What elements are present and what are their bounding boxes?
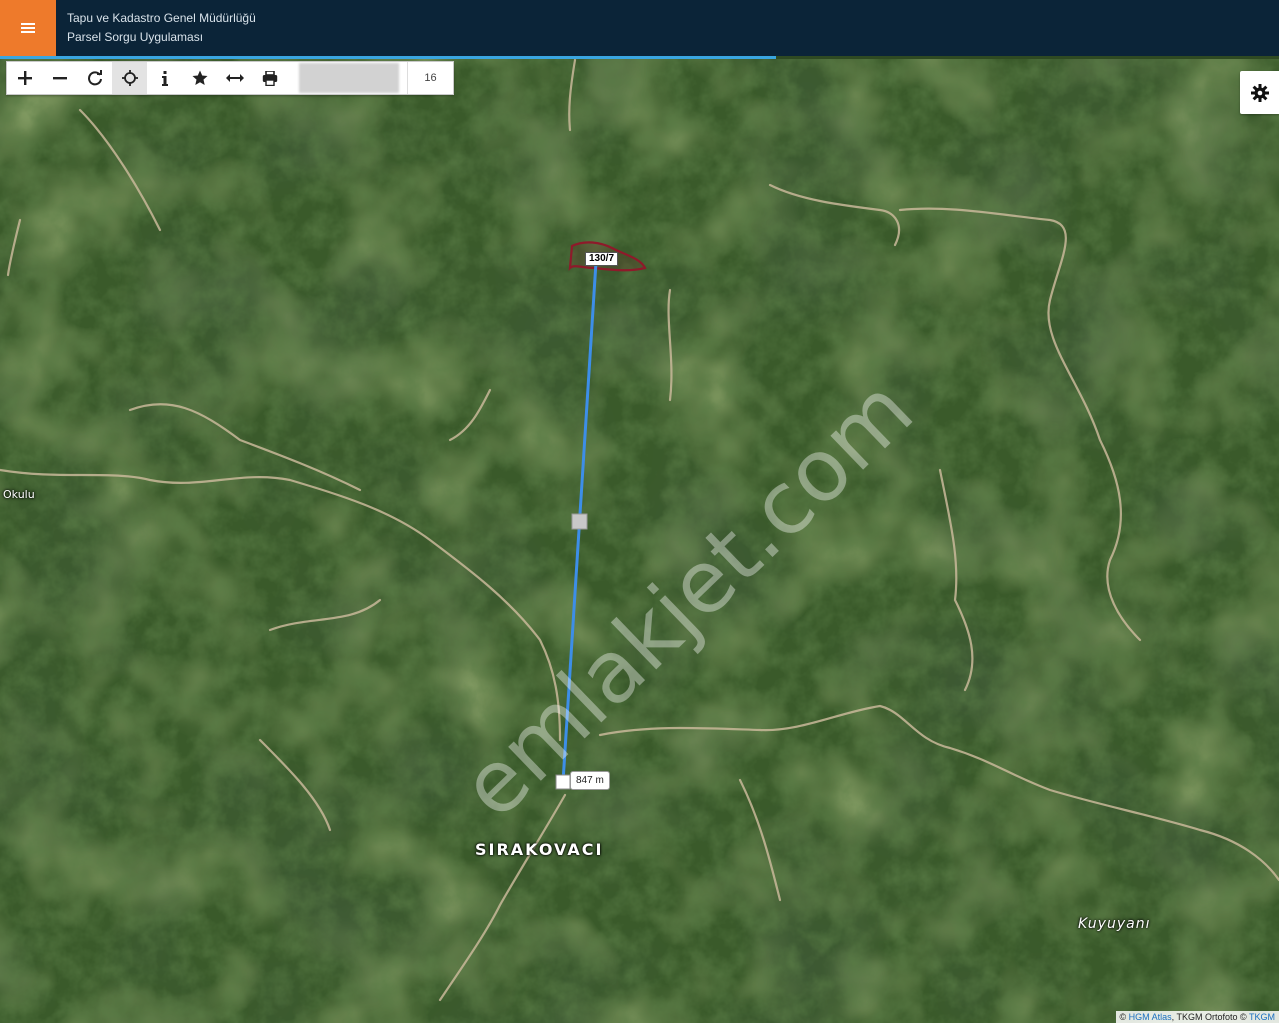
menu-button[interactable]: [0, 0, 56, 56]
distance-label: 847 m: [570, 771, 610, 790]
gear-icon: [1250, 83, 1269, 102]
search-input[interactable]: [299, 63, 399, 93]
info-icon: [161, 70, 168, 86]
map-attribution: © HGM Atlas, TKGM Ortofoto © TKGM: [1115, 1011, 1279, 1023]
map-canvas[interactable]: emlakjet.com: [0, 59, 1279, 1023]
measure-button[interactable]: [217, 62, 252, 94]
place-label-sirakovaci: SIRAKOVACI: [475, 840, 604, 859]
refresh-button[interactable]: [77, 62, 112, 94]
zoom-out-button[interactable]: [42, 62, 77, 94]
plus-icon: [17, 71, 32, 85]
attribution-prefix: ©: [1119, 1012, 1127, 1022]
print-button[interactable]: [252, 62, 287, 94]
info-button[interactable]: [147, 62, 182, 94]
parcel-label: 130/7: [585, 252, 619, 266]
place-label-okulu: Okulu: [3, 488, 35, 501]
satellite-imagery: [0, 59, 1279, 1023]
place-label-kuyuyani: Kuyuyanı: [1078, 916, 1151, 932]
hgm-atlas-link[interactable]: HGM Atlas: [1129, 1012, 1172, 1022]
minus-icon: [52, 77, 67, 80]
star-icon: [192, 70, 207, 85]
title-line-1: Tapu ve Kadastro Genel Müdürlüğü: [67, 11, 256, 25]
zoom-in-button[interactable]: [7, 62, 42, 94]
app-title: Tapu ve Kadastro Genel Müdürlüğü Parsel …: [67, 9, 256, 47]
printer-icon: [262, 70, 277, 86]
app-header: Tapu ve Kadastro Genel Müdürlüğü Parsel …: [0, 0, 1279, 56]
tkgm-link[interactable]: TKGM: [1249, 1012, 1275, 1022]
locate-button[interactable]: [112, 62, 147, 94]
arrows-horizontal-icon: [225, 74, 244, 82]
map-toolbar: 16: [6, 61, 454, 95]
title-line-2: Parsel Sorgu Uygulaması: [67, 30, 204, 44]
favorite-button[interactable]: [182, 62, 217, 94]
measure-midpoint-handle[interactable]: [571, 513, 588, 530]
zoom-level-indicator: 16: [407, 62, 453, 94]
attribution-middle: , TKGM Ortofoto ©: [1171, 1012, 1247, 1022]
crosshair-icon: [121, 70, 138, 86]
hamburger-icon: [21, 23, 35, 33]
refresh-icon: [87, 70, 102, 86]
settings-button[interactable]: [1240, 71, 1279, 114]
